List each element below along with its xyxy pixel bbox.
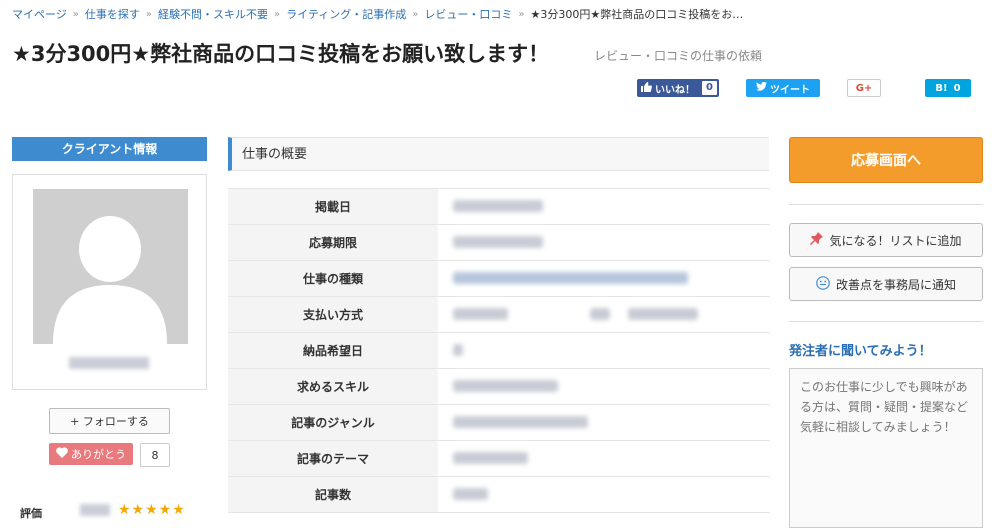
gplus-label: G+ <box>855 82 873 94</box>
row-value-redacted <box>438 333 770 368</box>
divider <box>789 204 983 205</box>
table-row: 納品希望日 <box>228 332 770 368</box>
row-label: 納品希望日 <box>228 333 438 368</box>
hatena-bookmark-button[interactable]: B! 0 <box>925 79 971 97</box>
client-card <box>12 174 207 390</box>
tweet-button[interactable]: ツイート <box>746 79 820 97</box>
report-label: 改善点を事務局に通知 <box>835 277 956 292</box>
thanks-count: 8 <box>140 443 170 467</box>
row-value-redacted <box>438 441 770 476</box>
table-row: 仕事の種類 <box>228 260 770 296</box>
breadcrumb-separator: » <box>72 8 79 20</box>
row-label: 仕事の種類 <box>228 261 438 296</box>
pin-icon <box>810 232 824 248</box>
page-title: ★3分300円★弊社商品の口コミ投稿をお願い致します！ <box>12 42 550 66</box>
breadcrumb-item-mypage[interactable]: マイページ <box>12 6 67 22</box>
facebook-like-button[interactable]: いいね！ 0 <box>637 79 719 97</box>
like-count: 0 <box>702 81 717 95</box>
hatena-count: 0 <box>953 82 961 94</box>
row-label: 記事数 <box>228 477 438 512</box>
report-improvement-button[interactable]: 改善点を事務局に通知 <box>789 267 983 301</box>
like-label: いいね！ <box>655 84 695 96</box>
heart-icon <box>56 447 68 461</box>
rating-label: 評価 <box>20 507 42 520</box>
row-label: 支払い方式 <box>228 297 438 332</box>
breadcrumb-item-find-jobs[interactable]: 仕事を探す <box>85 6 140 22</box>
table-row: 求めるスキル <box>228 368 770 404</box>
row-value-redacted <box>438 297 770 332</box>
hatena-label: B! <box>935 82 948 94</box>
rating-stars: ★★★★★ <box>118 502 186 518</box>
overview-heading: 仕事の概要 <box>228 137 769 171</box>
thanks-button[interactable]: ありがとう <box>49 443 133 465</box>
follow-button[interactable]: + フォローする <box>49 408 170 434</box>
row-value-redacted <box>438 225 770 260</box>
table-row: 記事数 <box>228 476 770 513</box>
client-info-header: クライアント情報 <box>12 137 207 161</box>
breadcrumb-separator: » <box>274 8 281 20</box>
table-row: 掲載日 <box>228 188 770 224</box>
row-label: 求めるスキル <box>228 369 438 404</box>
watchlist-label: 気になる！リストに追加 <box>829 233 962 248</box>
row-value-redacted <box>438 405 770 440</box>
smiley-icon <box>816 275 830 293</box>
tweet-label: ツイート <box>770 84 810 96</box>
breadcrumb-item-reviews[interactable]: レビュー・口コミ <box>424 6 512 22</box>
add-to-watchlist-button[interactable]: 気になる！リストに追加 <box>789 223 983 257</box>
ask-client-heading: 発注者に聞いてみよう！ <box>789 344 932 359</box>
row-label: 掲載日 <box>228 189 438 224</box>
avatar <box>33 189 188 344</box>
rating-value-redacted <box>80 504 110 516</box>
breadcrumb-separator: » <box>412 8 419 20</box>
row-value-redacted <box>438 369 770 404</box>
thumbs-up-icon <box>641 81 652 95</box>
row-label: 記事のテーマ <box>228 441 438 476</box>
thanks-label: ありがとう <box>71 448 126 461</box>
overview-table: 掲載日 応募期限 仕事の種類 支払い方式 納品希望日 求めるスキル 記事のジャン… <box>228 188 770 513</box>
breadcrumb-item-no-experience[interactable]: 経験不問・スキル不要 <box>158 6 268 22</box>
breadcrumb-item-current: ★3分300円★弊社商品の口コミ投稿をお… <box>530 8 744 21</box>
google-plus-button[interactable]: G+ <box>847 79 881 97</box>
row-value-redacted <box>438 477 770 512</box>
breadcrumb-separator: » <box>145 8 153 20</box>
table-row: 記事のテーマ <box>228 440 770 476</box>
apply-button[interactable]: 応募画面へ <box>789 137 983 183</box>
table-row: 記事のジャンル <box>228 404 770 440</box>
divider <box>789 321 983 322</box>
twitter-bird-icon <box>756 81 767 94</box>
row-label: 記事のジャンル <box>228 405 438 440</box>
breadcrumb: マイページ » 仕事を探す » 経験不問・スキル不要 » ライティング・記事作成… <box>12 6 743 22</box>
breadcrumb-item-writing[interactable]: ライティング・記事作成 <box>286 6 406 22</box>
table-row: 支払い方式 <box>228 296 770 332</box>
breadcrumb-separator: » <box>518 8 525 20</box>
row-label: 応募期限 <box>228 225 438 260</box>
table-row: 応募期限 <box>228 224 770 260</box>
client-name-redacted[interactable] <box>69 357 149 369</box>
row-value-redacted <box>438 189 770 224</box>
row-value-redacted[interactable] <box>438 261 770 296</box>
default-user-icon <box>53 216 167 344</box>
page-subtitle: レビュー・口コミの仕事の依頼 <box>594 49 763 63</box>
question-textarea[interactable] <box>789 368 983 528</box>
